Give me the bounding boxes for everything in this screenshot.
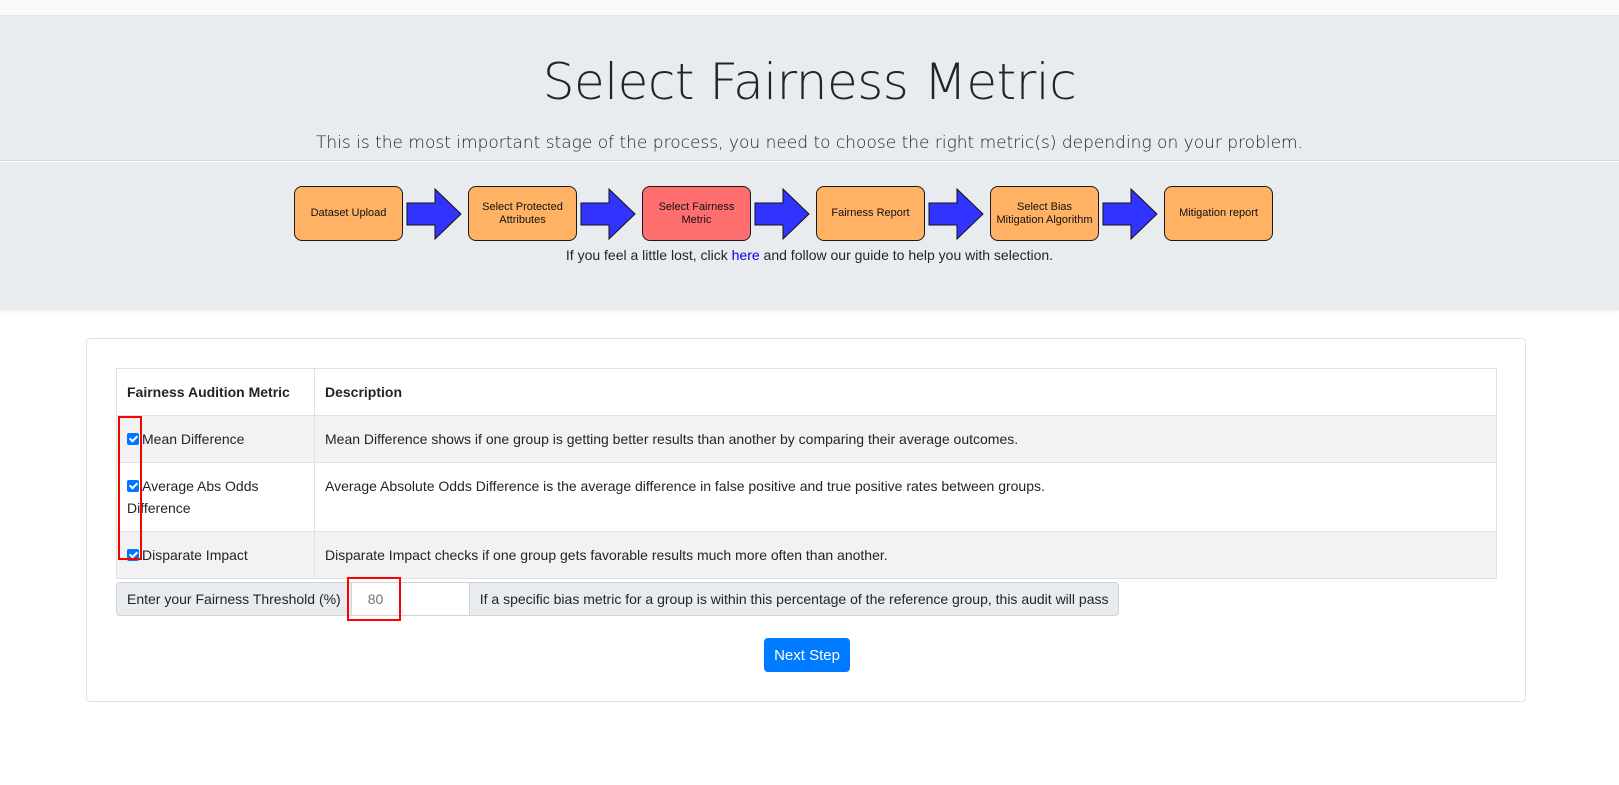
guide-link[interactable]: here	[732, 247, 760, 263]
guide-text-before: If you feel a little lost, click	[565, 247, 732, 263]
page-subtitle: This is the most important stage of the …	[315, 133, 1304, 153]
arrow-right-icon	[406, 188, 462, 240]
page-header: Select Fairness Metric This is the most …	[0, 16, 1619, 161]
next-step-button[interactable]: Next Step	[764, 638, 850, 672]
threshold-hint: If a specific bias metric for a group is…	[468, 582, 1120, 616]
guide-text: If you feel a little lost, click here an…	[0, 246, 1619, 264]
step-fairness-report[interactable]: Fairness Report	[816, 186, 925, 241]
step-select-bias-mitigation-algorithm[interactable]: Select Bias Mitigation Algorithm	[990, 186, 1099, 241]
arrow-right-icon	[928, 188, 984, 240]
threshold-highlight-box	[347, 577, 401, 621]
threshold-label: Enter your Fairness Threshold (%)	[116, 582, 352, 616]
checkbox-highlight-box	[118, 416, 142, 560]
page-title: Select Fairness Metric	[542, 53, 1077, 111]
description-cell: Mean Difference shows if one group is ge…	[314, 415, 1497, 463]
metric-label: Disparate Impact	[142, 547, 248, 563]
metric-cell: Average Abs Odds Difference	[116, 462, 315, 532]
step-mitigation-report[interactable]: Mitigation report	[1164, 186, 1273, 241]
step-dataset-upload[interactable]: Dataset Upload	[294, 186, 403, 241]
step-select-protected-attributes[interactable]: Select Protected Attributes	[468, 186, 577, 241]
table-row: Average Abs Odds Difference Average Abso…	[116, 462, 1497, 532]
top-bar	[0, 0, 1619, 16]
description-cell: Average Absolute Odds Difference is the …	[314, 462, 1497, 532]
column-header-metric: Fairness Audition Metric	[116, 368, 315, 416]
table-row: Disparate Impact Disparate Impact checks…	[116, 531, 1497, 579]
column-header-description: Description	[314, 368, 1497, 416]
arrow-right-icon	[1102, 188, 1158, 240]
metrics-table: Fairness Audition Metric Description Mea…	[116, 368, 1497, 579]
guide-text-after: and follow our guide to help you with se…	[759, 247, 1054, 263]
process-steps: Dataset Upload Select Protected Attribut…	[0, 162, 1619, 310]
metric-label: Average Abs Odds Difference	[127, 478, 259, 516]
table-row: Mean Difference Mean Difference shows if…	[116, 415, 1497, 463]
metric-card: Fairness Audition Metric Description Mea…	[86, 338, 1526, 702]
metric-label: Mean Difference	[142, 431, 245, 447]
metric-cell: Disparate Impact	[116, 531, 315, 579]
arrow-right-icon	[754, 188, 810, 240]
description-cell: Disparate Impact checks if one group get…	[314, 531, 1497, 579]
step-select-fairness-metric[interactable]: Select Fairness Metric	[642, 186, 751, 241]
threshold-input-group: Enter your Fairness Threshold (%) 80 If …	[116, 582, 1120, 616]
arrow-right-icon	[580, 188, 636, 240]
metric-cell: Mean Difference	[116, 415, 315, 463]
table-header-row: Fairness Audition Metric Description	[116, 368, 1497, 416]
